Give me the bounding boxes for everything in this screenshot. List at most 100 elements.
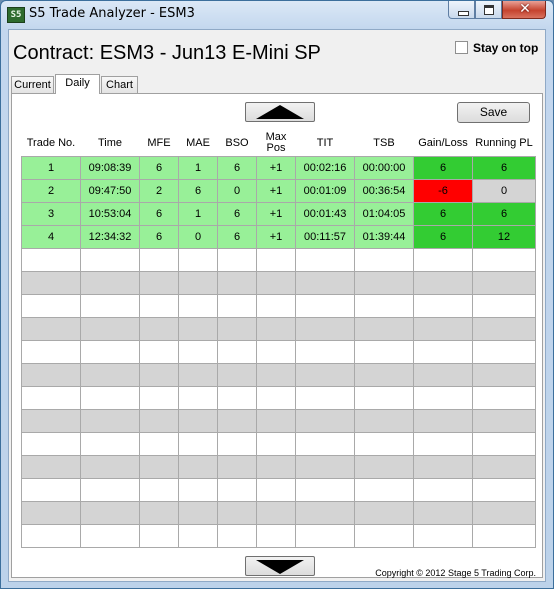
table-cell: 1	[178, 202, 218, 226]
table-cell	[472, 386, 536, 410]
table-cell: 01:39:44	[354, 225, 414, 249]
column-header: Running PL	[475, 136, 533, 149]
close-icon: ✕	[519, 1, 531, 17]
table-cell	[472, 432, 536, 456]
table-cell	[354, 248, 414, 272]
empty-row[interactable]	[21, 340, 536, 364]
table-cell	[178, 340, 218, 364]
empty-row[interactable]	[21, 455, 536, 479]
empty-row[interactable]	[21, 248, 536, 272]
table-cell	[178, 294, 218, 318]
empty-row[interactable]	[21, 363, 536, 387]
table-cell	[178, 386, 218, 410]
table-cell	[413, 432, 473, 456]
empty-row[interactable]	[21, 294, 536, 318]
table-cell: 6	[139, 225, 179, 249]
table-cell	[139, 524, 179, 548]
table-cell	[295, 248, 355, 272]
table-cell	[217, 248, 257, 272]
table-cell	[256, 248, 296, 272]
table-cell	[178, 455, 218, 479]
table-cell	[354, 432, 414, 456]
table-cell: 6	[413, 225, 473, 249]
table-cell	[139, 455, 179, 479]
empty-row[interactable]	[21, 524, 536, 548]
table-cell	[354, 455, 414, 479]
app-window: S5 S5 Trade Analyzer - ESM3 ✕ Contract: …	[0, 0, 554, 589]
table-cell	[217, 294, 257, 318]
table-cell	[413, 317, 473, 341]
table-cell	[21, 524, 81, 548]
table-cell	[178, 317, 218, 341]
title-bar[interactable]: S5 S5 Trade Analyzer - ESM3 ✕	[1, 1, 553, 27]
table-cell	[413, 294, 473, 318]
table-cell	[472, 455, 536, 479]
tab-current[interactable]: Current	[11, 76, 54, 93]
table-cell	[472, 248, 536, 272]
save-button[interactable]: Save	[457, 102, 530, 123]
table-cell	[139, 409, 179, 433]
table-cell	[354, 294, 414, 318]
close-button[interactable]: ✕	[502, 1, 546, 19]
table-cell: 1	[21, 156, 81, 180]
table-cell	[354, 340, 414, 364]
table-cell	[472, 409, 536, 433]
empty-row[interactable]	[21, 501, 536, 525]
table-cell: 00:11:57	[295, 225, 355, 249]
table-row[interactable]: 1 09:08:39 6 1 6 +1 00:02:16 00:00:00 6 6	[21, 156, 536, 180]
table-cell	[178, 248, 218, 272]
table-row[interactable]: 4 12:34:32 6 0 6 +1 00:11:57 01:39:44 6 12	[21, 225, 536, 249]
table-cell	[217, 409, 257, 433]
checkbox-box[interactable]	[455, 41, 468, 54]
empty-row[interactable]	[21, 271, 536, 295]
empty-row[interactable]	[21, 386, 536, 410]
table-cell: 09:08:39	[80, 156, 140, 180]
table-cell: 12:34:32	[80, 225, 140, 249]
table-cell	[413, 524, 473, 548]
table-cell	[217, 271, 257, 295]
table-row[interactable]: 2 09:47:50 2 6 0 +1 00:01:09 00:36:54 -6 0	[21, 179, 536, 203]
table-cell	[217, 432, 257, 456]
table-cell	[256, 409, 296, 433]
table-cell	[472, 501, 536, 525]
table-cell	[217, 317, 257, 341]
table-row[interactable]: 3 10:53:04 6 1 6 +1 00:01:43 01:04:05 6 6	[21, 202, 536, 226]
table-cell	[413, 248, 473, 272]
app-icon: S5	[7, 7, 25, 23]
empty-row[interactable]	[21, 432, 536, 456]
column-header: Max Pos	[265, 131, 287, 154]
table-cell	[354, 317, 414, 341]
table-cell	[139, 432, 179, 456]
table-cell	[217, 478, 257, 502]
table-cell: 0	[178, 225, 218, 249]
table-cell: 00:02:16	[295, 156, 355, 180]
stay-on-top-checkbox[interactable]: Stay on top	[455, 41, 538, 55]
tab-daily[interactable]: Daily	[55, 74, 100, 94]
column-header: TSB	[373, 136, 395, 149]
minimize-button[interactable]	[448, 1, 475, 19]
empty-row[interactable]	[21, 478, 536, 502]
table-cell	[80, 363, 140, 387]
table-cell	[21, 271, 81, 295]
tab-chart[interactable]: Chart	[101, 76, 138, 93]
maximize-icon	[484, 5, 494, 15]
empty-row[interactable]	[21, 409, 536, 433]
client-area: Contract: ESM3 - Jun13 E-Mini SP Stay on…	[8, 29, 546, 582]
table-cell	[295, 409, 355, 433]
empty-row[interactable]	[21, 317, 536, 341]
table-cell	[295, 386, 355, 410]
scroll-down-button[interactable]	[245, 556, 315, 576]
table-cell	[139, 386, 179, 410]
table-cell: 00:00:00	[354, 156, 414, 180]
table-cell	[139, 478, 179, 502]
table-cell	[256, 478, 296, 502]
maximize-button[interactable]	[475, 1, 502, 19]
stay-on-top-label: Stay on top	[473, 41, 539, 55]
table-cell: 6	[139, 202, 179, 226]
table-cell	[80, 432, 140, 456]
scroll-up-button[interactable]	[245, 102, 315, 122]
minimize-icon	[458, 11, 469, 16]
copyright-text: Copyright © 2012 Stage 5 Trading Corp.	[375, 568, 536, 578]
table-cell: 6	[413, 202, 473, 226]
table-cell	[413, 501, 473, 525]
